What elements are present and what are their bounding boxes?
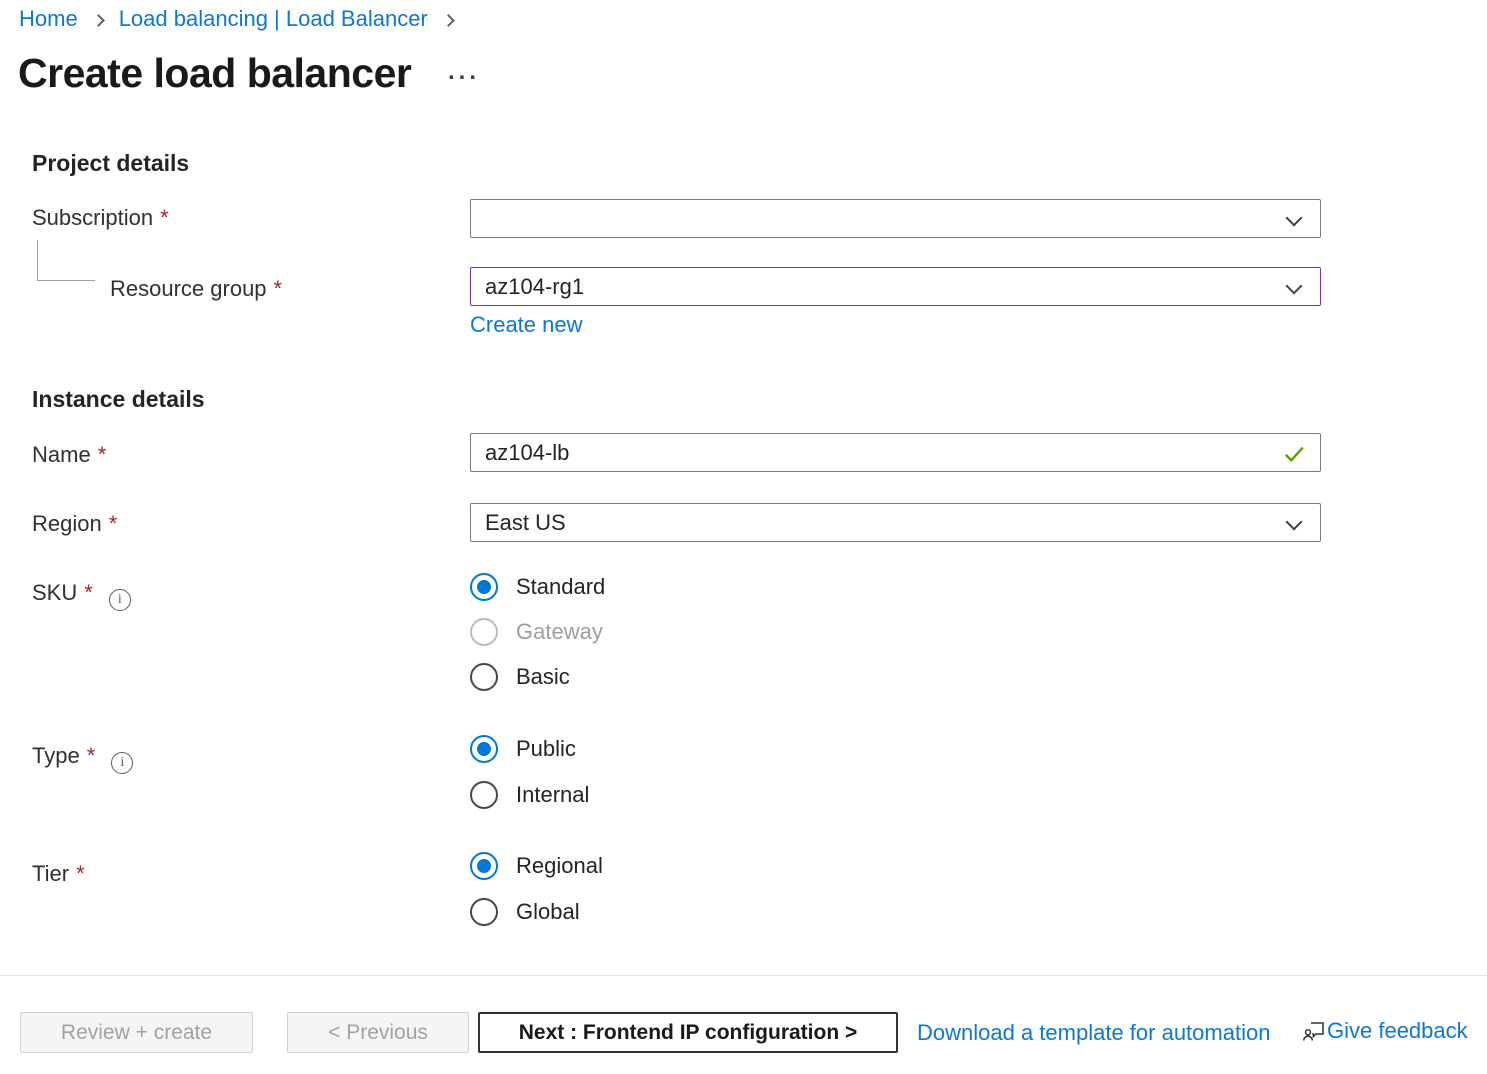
name-input[interactable]: az104-lb: [470, 433, 1321, 472]
give-feedback-link[interactable]: Give feedback: [1327, 1018, 1468, 1044]
subscription-dropdown[interactable]: [470, 199, 1321, 238]
feedback-icon: [1302, 1019, 1326, 1043]
region-value: East US: [485, 510, 566, 536]
required-asterisk: *: [274, 276, 283, 301]
next-frontend-ip-configuration-button[interactable]: Next : Frontend IP configuration >: [478, 1012, 898, 1053]
region-label: Region *: [32, 511, 117, 537]
chevron-right-icon: [92, 14, 105, 27]
subscription-resource-group-connector: [37, 240, 95, 281]
radio-option-label: Gateway: [516, 619, 603, 645]
radio-unselected-icon: [470, 781, 498, 809]
sku-option-standard[interactable]: Standard: [470, 573, 605, 601]
breadcrumb-load-balancing-link[interactable]: Load balancing | Load Balancer: [119, 6, 428, 32]
type-option-internal[interactable]: Internal: [470, 781, 589, 809]
required-asterisk: *: [87, 743, 96, 768]
page-title: Create load balancer: [18, 50, 411, 97]
radio-option-label: Regional: [516, 853, 603, 879]
type-option-public[interactable]: Public: [470, 735, 576, 763]
previous-button[interactable]: < Previous: [287, 1012, 469, 1053]
create-new-resource-group-link[interactable]: Create new: [470, 312, 583, 338]
required-asterisk: *: [98, 442, 107, 467]
breadcrumb: Home Load balancing | Load Balancer: [19, 6, 469, 32]
type-label-text: Type: [32, 743, 80, 768]
sku-label: SKU *: [32, 580, 131, 611]
info-icon[interactable]: [111, 752, 133, 774]
type-label: Type *: [32, 743, 133, 774]
download-template-link[interactable]: Download a template for automation: [917, 1020, 1270, 1046]
resource-group-label-text: Resource group: [110, 276, 267, 301]
radio-option-label: Internal: [516, 782, 589, 808]
give-feedback-link-group[interactable]: Give feedback: [1302, 1018, 1468, 1044]
resource-group-label: Resource group *: [110, 276, 282, 302]
subscription-label: Subscription *: [32, 205, 169, 231]
name-label: Name *: [32, 442, 106, 468]
radio-option-label: Global: [516, 899, 580, 925]
sku-option-basic[interactable]: Basic: [470, 663, 570, 691]
breadcrumb-home-link[interactable]: Home: [19, 6, 78, 32]
radio-option-label: Standard: [516, 574, 605, 600]
footer-divider: [0, 975, 1487, 976]
tier-option-global[interactable]: Global: [470, 898, 580, 926]
radio-selected-icon: [470, 573, 498, 601]
required-asterisk: *: [84, 580, 93, 605]
name-label-text: Name: [32, 442, 91, 467]
chevron-down-icon: [1286, 514, 1303, 531]
required-asterisk: *: [76, 861, 85, 886]
chevron-right-icon: [442, 14, 455, 27]
tier-label: Tier *: [32, 861, 85, 887]
chevron-down-icon: [1286, 210, 1303, 227]
region-dropdown[interactable]: East US: [470, 503, 1321, 542]
tier-option-regional[interactable]: Regional: [470, 852, 603, 880]
resource-group-value: az104-rg1: [485, 274, 584, 300]
more-actions-button[interactable]: ...: [448, 58, 480, 86]
subscription-label-text: Subscription: [32, 205, 153, 230]
create-load-balancer-page: Home Load balancing | Load Balancer Crea…: [0, 0, 1487, 1074]
review-create-button[interactable]: Review + create: [20, 1012, 253, 1053]
radio-unselected-icon: [470, 663, 498, 691]
chevron-down-icon: [1286, 278, 1303, 295]
radio-disabled-icon: [470, 618, 498, 646]
sku-option-gateway: Gateway: [470, 618, 603, 646]
region-label-text: Region: [32, 511, 102, 536]
required-asterisk: *: [160, 205, 169, 230]
name-value: az104-lb: [485, 440, 569, 466]
radio-selected-icon: [470, 852, 498, 880]
resource-group-dropdown[interactable]: az104-rg1: [470, 267, 1321, 306]
required-asterisk: *: [109, 511, 118, 536]
info-icon[interactable]: [109, 589, 131, 611]
radio-option-label: Basic: [516, 664, 570, 690]
radio-selected-icon: [470, 735, 498, 763]
sku-label-text: SKU: [32, 580, 77, 605]
tier-label-text: Tier: [32, 861, 69, 886]
radio-unselected-icon: [470, 898, 498, 926]
instance-details-heading: Instance details: [32, 386, 205, 413]
radio-option-label: Public: [516, 736, 576, 762]
project-details-heading: Project details: [32, 150, 189, 177]
valid-checkmark-icon: [1282, 442, 1306, 466]
